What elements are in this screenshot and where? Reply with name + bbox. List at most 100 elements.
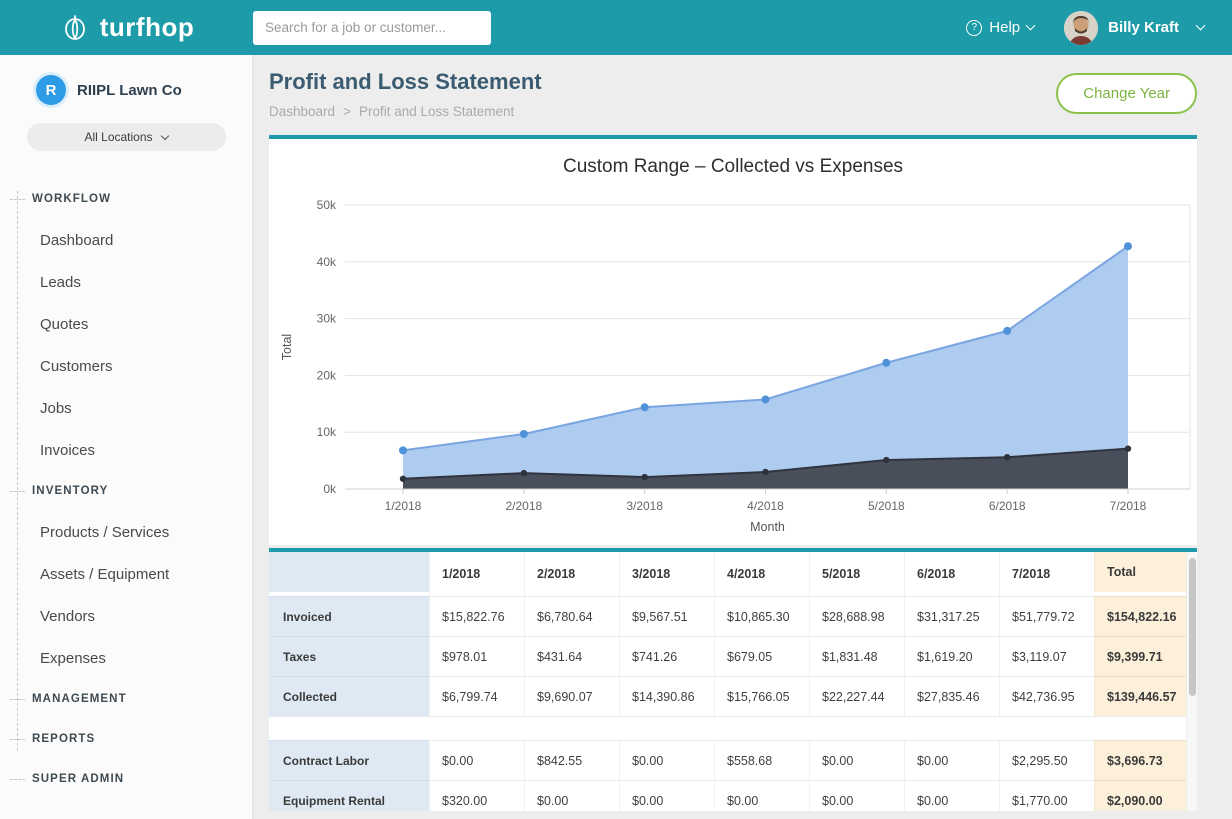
svg-text:5/2018: 5/2018 <box>868 499 905 513</box>
nav-section-label: SUPER ADMIN <box>32 773 124 785</box>
svg-text:40k: 40k <box>317 255 337 269</box>
table-cell-equipment-rental: $0.00 <box>619 780 714 811</box>
table-scrollbar-thumb[interactable] <box>1189 558 1196 696</box>
table-cell-equipment-rental: $0.00 <box>714 780 809 811</box>
svg-text:3/2018: 3/2018 <box>626 499 663 513</box>
svg-text:10k: 10k <box>317 425 337 439</box>
search-input[interactable] <box>253 11 491 45</box>
user-menu[interactable]: Billy Kraft <box>1064 11 1204 45</box>
user-avatar <box>1064 11 1098 45</box>
column-header-4-2018: 4/2018 <box>714 552 809 596</box>
sidebar-item-invoices[interactable]: Invoices <box>0 429 252 471</box>
breadcrumb-dashboard[interactable]: Dashboard <box>269 104 335 119</box>
sidebar: R RIIPL Lawn Co All Locations WORKFLOW Da… <box>0 55 253 819</box>
sidebar-item-leads[interactable]: Leads <box>0 261 252 303</box>
change-year-button[interactable]: Change Year <box>1056 73 1197 114</box>
topbar-right: ? Help Billy Kraft <box>966 11 1204 45</box>
table-cell-taxes: $3,119.07 <box>999 636 1094 676</box>
nav-section-inventory[interactable]: INVENTORY <box>0 471 252 511</box>
sidebar-item-dashboard[interactable]: Dashboard <box>0 219 252 261</box>
table-cell-equipment-rental: $0.00 <box>809 780 904 811</box>
page-header: Profit and Loss Statement Dashboard > Pr… <box>269 69 1197 119</box>
table-cell-collected: $6,799.74 <box>429 676 524 716</box>
svg-text:6/2018: 6/2018 <box>989 499 1026 513</box>
sidebar-item-vendors[interactable]: Vendors <box>0 595 252 637</box>
table-total-collected: $139,446.57 <box>1094 676 1186 716</box>
column-header-6-2018: 6/2018 <box>904 552 999 596</box>
table-total-taxes: $9,399.71 <box>1094 636 1186 676</box>
company-logo-badge: R <box>36 75 66 105</box>
column-header-total: Total <box>1094 552 1186 592</box>
table-cell-taxes: $1,619.20 <box>904 636 999 676</box>
table-cell-contract-labor: $558.68 <box>714 740 809 780</box>
table-cell-equipment-rental: $320.00 <box>429 780 524 811</box>
help-label: Help <box>989 19 1020 36</box>
table-cell-collected: $27,835.46 <box>904 676 999 716</box>
nav-section-super-admin[interactable]: SUPER ADMIN <box>0 759 252 799</box>
table-cell-contract-labor: $842.55 <box>524 740 619 780</box>
logo-text: turfhop <box>100 12 194 43</box>
user-name: Billy Kraft <box>1108 19 1179 36</box>
breadcrumb: Dashboard > Profit and Loss Statement <box>269 104 542 119</box>
table-cell-invoiced: $9,567.51 <box>619 596 714 636</box>
table-spacer-row <box>269 716 1186 740</box>
table-total-equipment-rental: $2,090.00 <box>1094 780 1186 811</box>
chevron-down-icon <box>1196 21 1206 31</box>
table-cell-collected: $42,736.95 <box>999 676 1094 716</box>
nav-section-reports[interactable]: REPORTS <box>0 719 252 759</box>
column-header-5-2018: 5/2018 <box>809 552 904 596</box>
table-cell-invoiced: $10,865.30 <box>714 596 809 636</box>
table-cell-taxes: $679.05 <box>714 636 809 676</box>
help-menu[interactable]: ? Help <box>966 19 1034 36</box>
sidebar-item-expenses[interactable]: Expenses <box>0 637 252 679</box>
row-label-collected: Collected <box>269 676 429 716</box>
svg-text:30k: 30k <box>317 312 337 326</box>
sidebar-item-products-services[interactable]: Products / Services <box>0 511 252 553</box>
nav-section-label: INVENTORY <box>32 485 108 497</box>
topbar: turfhop ? Help Billy Kraft <box>0 0 1232 55</box>
chevron-down-icon <box>1026 21 1036 31</box>
table-corner-cell <box>269 552 429 592</box>
table-cell-taxes: $431.64 <box>524 636 619 676</box>
column-header-2-2018: 2/2018 <box>524 552 619 596</box>
row-label-contract-labor: Contract Labor <box>269 740 429 780</box>
breadcrumb-current: Profit and Loss Statement <box>359 104 514 119</box>
turfhop-logo[interactable]: turfhop <box>0 12 253 44</box>
svg-text:Month: Month <box>750 520 785 534</box>
table-total-contract-labor: $3,696.73 <box>1094 740 1186 780</box>
table-total-invoiced: $154,822.16 <box>1094 596 1186 636</box>
location-selector-label: All Locations <box>84 130 152 144</box>
sidebar-item-jobs[interactable]: Jobs <box>0 387 252 429</box>
svg-text:Total: Total <box>280 334 294 360</box>
company-name: RIIPL Lawn Co <box>77 82 182 99</box>
table-cell-invoiced: $31,317.25 <box>904 596 999 636</box>
svg-text:7/2018: 7/2018 <box>1110 499 1147 513</box>
location-selector[interactable]: All Locations <box>27 123 226 151</box>
nav-tree-guide <box>17 191 18 751</box>
table-cell-contract-labor: $2,295.50 <box>999 740 1094 780</box>
table-cell-taxes: $978.01 <box>429 636 524 676</box>
nav-section-management[interactable]: MANAGEMENT <box>0 679 252 719</box>
svg-text:0k: 0k <box>323 482 337 496</box>
svg-text:1/2018: 1/2018 <box>385 499 422 513</box>
row-label-taxes: Taxes <box>269 636 429 676</box>
svg-text:20k: 20k <box>317 368 337 382</box>
table-cell-contract-labor: $0.00 <box>619 740 714 780</box>
sidebar-item-customers[interactable]: Customers <box>0 345 252 387</box>
sidebar-item-assets-equipment[interactable]: Assets / Equipment <box>0 553 252 595</box>
svg-text:2/2018: 2/2018 <box>505 499 542 513</box>
table-cell-collected: $9,690.07 <box>524 676 619 716</box>
sidebar-item-quotes[interactable]: Quotes <box>0 303 252 345</box>
row-label-invoiced: Invoiced <box>269 596 429 636</box>
table-cell-collected: $15,766.05 <box>714 676 809 716</box>
table-cell-equipment-rental: $1,770.00 <box>999 780 1094 811</box>
table-cell-invoiced: $6,780.64 <box>524 596 619 636</box>
nav-section-workflow[interactable]: WORKFLOW <box>0 179 252 219</box>
table-scrollbar[interactable] <box>1186 552 1197 811</box>
column-header-1-2018: 1/2018 <box>429 552 524 596</box>
turfhop-logo-icon <box>59 12 91 44</box>
main-content: Profit and Loss Statement Dashboard > Pr… <box>253 55 1232 819</box>
table-cell-collected: $22,227.44 <box>809 676 904 716</box>
nav-section-label: WORKFLOW <box>32 193 111 205</box>
pl-table: 1/20182/20183/20184/20185/20186/20187/20… <box>269 552 1197 811</box>
